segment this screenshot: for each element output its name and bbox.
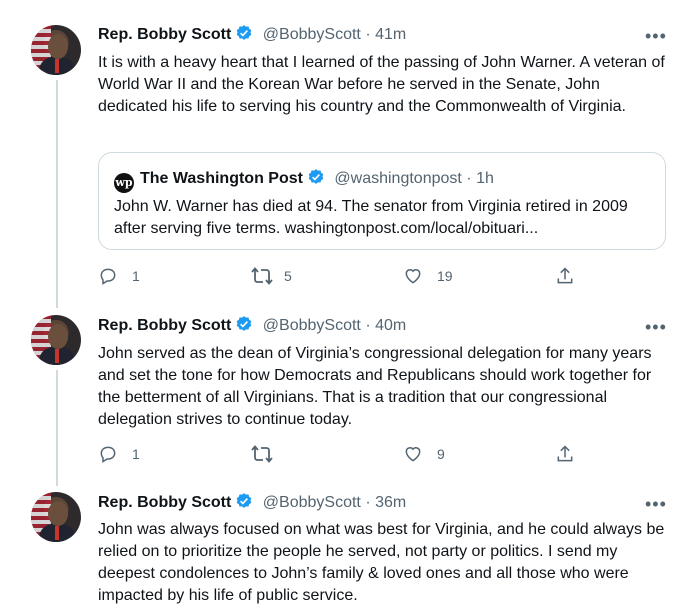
heart-icon bbox=[405, 447, 421, 462]
like-count: 19 bbox=[437, 268, 453, 284]
quoted-author-handle: @washingtonpost bbox=[334, 170, 462, 187]
author-handle[interactable]: @BobbyScott bbox=[263, 26, 361, 43]
author-handle[interactable]: @BobbyScott bbox=[263, 494, 361, 511]
separator-dot: · bbox=[360, 494, 376, 511]
reply-icon bbox=[100, 268, 116, 285]
avatar-tie bbox=[55, 59, 59, 73]
avatar[interactable] bbox=[31, 25, 81, 75]
timestamp[interactable]: 36m bbox=[375, 494, 406, 511]
retweet-icon bbox=[251, 445, 273, 463]
verified-badge-icon bbox=[235, 24, 253, 49]
heart-icon bbox=[405, 269, 421, 284]
timestamp[interactable]: 40m bbox=[375, 317, 406, 334]
tweet-header: Rep. Bobby Scott @BobbyScott · 36m bbox=[98, 492, 406, 514]
quoted-tweet[interactable]: wp The Washington Post @washingtonpost · … bbox=[98, 152, 666, 250]
more-options-icon[interactable]: ••• bbox=[645, 495, 667, 513]
retweet-count: 5 bbox=[284, 268, 292, 284]
author-name[interactable]: Rep. Bobby Scott bbox=[98, 494, 231, 511]
tweet[interactable]: Rep. Bobby Scott @BobbyScott · 36m ••• J… bbox=[0, 488, 696, 611]
more-options-icon[interactable]: ••• bbox=[645, 27, 667, 45]
avatar-face bbox=[48, 34, 68, 59]
tweet[interactable]: Rep. Bobby Scott @BobbyScott · 40m ••• J… bbox=[0, 311, 696, 488]
tweet[interactable]: Rep. Bobby Scott @BobbyScott · 41m ••• I… bbox=[0, 0, 696, 311]
quoted-timestamp: 1h bbox=[476, 170, 494, 187]
share-icon bbox=[557, 267, 573, 284]
tweet-text: John was always focused on what was best… bbox=[98, 521, 665, 604]
author-handle[interactable]: @BobbyScott bbox=[263, 317, 361, 334]
more-options-icon[interactable]: ••• bbox=[645, 318, 667, 336]
avatar[interactable] bbox=[31, 315, 81, 365]
retweet-icon bbox=[251, 267, 273, 285]
avatar-tie bbox=[55, 526, 59, 540]
washington-post-logo-icon: wp bbox=[114, 173, 134, 193]
tweet-header: Rep. Bobby Scott @BobbyScott · 40m bbox=[98, 315, 406, 337]
reply-icon bbox=[100, 446, 116, 463]
quoted-author-name: The Washington Post bbox=[140, 170, 303, 187]
separator-dot: · bbox=[360, 26, 376, 43]
avatar-face bbox=[48, 324, 68, 349]
verified-badge-icon bbox=[235, 492, 253, 517]
author-name[interactable]: Rep. Bobby Scott bbox=[98, 317, 231, 334]
reply-count: 1 bbox=[132, 268, 140, 284]
timestamp[interactable]: 41m bbox=[375, 26, 406, 43]
quoted-tweet-header: wp The Washington Post @washingtonpost · … bbox=[114, 168, 494, 193]
avatar[interactable] bbox=[31, 492, 81, 542]
separator-dot: · bbox=[461, 170, 477, 187]
avatar-tie bbox=[55, 349, 59, 363]
verified-badge-icon bbox=[235, 315, 253, 340]
author-name[interactable]: Rep. Bobby Scott bbox=[98, 26, 231, 43]
tweet-text: John served as the dean of Virginia’s co… bbox=[98, 345, 652, 428]
tweet-header: Rep. Bobby Scott @BobbyScott · 41m bbox=[98, 24, 406, 46]
share-icon bbox=[557, 445, 573, 462]
avatar-face bbox=[48, 501, 68, 526]
separator-dot: · bbox=[360, 317, 376, 334]
tweet-text: It is with a heavy heart that I learned … bbox=[98, 54, 665, 115]
like-count: 9 bbox=[437, 446, 445, 462]
verified-badge-icon bbox=[307, 168, 325, 193]
quoted-tweet-text: John W. Warner has died at 94. The senat… bbox=[114, 198, 628, 237]
reply-count: 1 bbox=[132, 446, 140, 462]
